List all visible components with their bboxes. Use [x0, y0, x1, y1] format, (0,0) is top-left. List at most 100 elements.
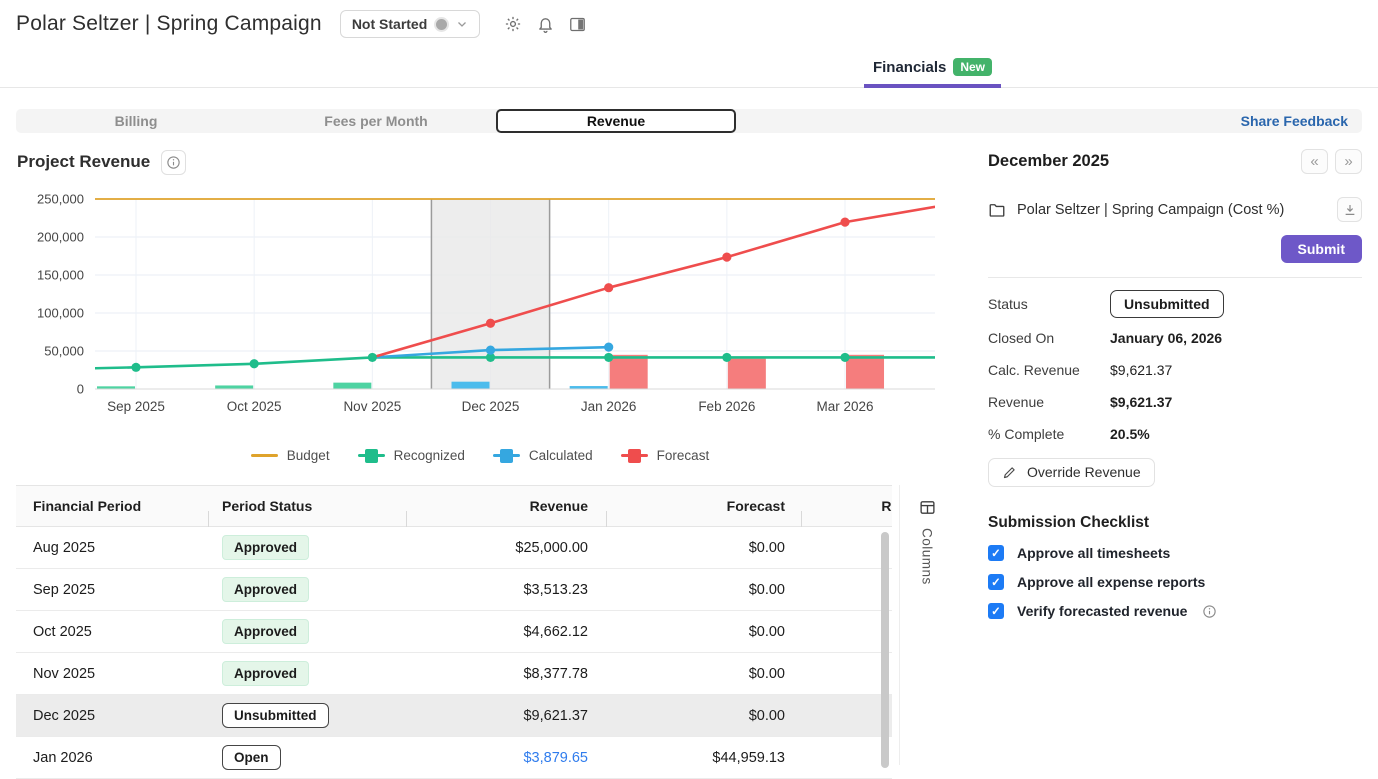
download-icon[interactable]	[1337, 197, 1362, 222]
forecast-cell: $0.00	[606, 708, 801, 724]
period-fields: StatusUnsubmittedClosed OnJanuary 06, 20…	[988, 286, 1362, 450]
share-feedback-link[interactable]: Share Feedback	[1241, 113, 1362, 129]
checkbox[interactable]: ✓	[988, 574, 1004, 590]
period-status-badge[interactable]: Approved	[222, 619, 309, 644]
submit-button[interactable]: Submit	[1281, 235, 1362, 263]
period-status-badge[interactable]: Approved	[222, 535, 309, 560]
field-label: Revenue	[988, 394, 1110, 410]
column-header-revenue[interactable]: Revenue	[406, 498, 606, 514]
field-row-revenue: Revenue$9,621.37	[988, 386, 1362, 418]
tab-fees-per-month[interactable]: Fees per Month	[256, 109, 496, 133]
revenue-cell: $4,662.12	[406, 624, 606, 640]
submission-checklist-title: Submission Checklist	[988, 514, 1362, 532]
page-title: Polar Seltzer | Spring Campaign	[16, 12, 322, 36]
notifications-bell-icon[interactable]	[537, 16, 554, 33]
legend-swatch-icon	[621, 449, 648, 463]
tab-revenue[interactable]: Revenue	[496, 109, 736, 133]
field-row--complete: % Complete20.5%	[988, 418, 1362, 450]
revenue-cell: $3,513.23	[406, 582, 606, 598]
revenue-chart-column: Project Revenue 0 50,000 100,000 150,000 200…	[0, 133, 960, 779]
project-status-label: Not Started	[352, 16, 427, 32]
checkbox[interactable]: ✓	[988, 545, 1004, 561]
svg-text:Nov 2025: Nov 2025	[343, 399, 401, 414]
checklist-label: Approve all expense reports	[1017, 574, 1205, 590]
column-header-period-status[interactable]: Period Status	[208, 498, 406, 514]
revenue-cell[interactable]: $3,879.65	[406, 750, 606, 766]
table-scrollbar[interactable]	[881, 532, 889, 768]
svg-text:100,000: 100,000	[37, 306, 84, 321]
legend-swatch-icon	[251, 449, 278, 463]
svg-text:200,000: 200,000	[37, 230, 84, 245]
table-header: Financial PeriodPeriod StatusRevenueFore…	[16, 485, 892, 527]
revenue-cell: $25,000.00	[406, 540, 606, 556]
svg-text:Dec 2025: Dec 2025	[462, 399, 520, 414]
svg-text:0: 0	[77, 382, 84, 397]
checklist-label: Approve all timesheets	[1017, 545, 1170, 561]
project-status-dropdown[interactable]: Not Started	[340, 10, 480, 38]
project-fee-label: Polar Seltzer | Spring Campaign (Cost %)	[1017, 202, 1284, 218]
section-tabs-row: Financials New	[0, 44, 1378, 88]
tab-billing[interactable]: Billing	[16, 109, 256, 133]
financial-period-cell: Oct 2025	[16, 624, 208, 640]
tab-financials-label: Financials	[873, 59, 946, 76]
forecast-cell: $44,959.13	[606, 750, 801, 766]
table-row-oct-2025[interactable]: Oct 2025 Approved $4,662.12$0.00	[16, 611, 892, 653]
period-status-badge[interactable]: Approved	[222, 661, 309, 686]
chart-title: Project Revenue	[17, 152, 150, 172]
svg-text:50,000: 50,000	[44, 344, 84, 359]
checkbox[interactable]: ✓	[988, 603, 1004, 619]
table-row-jan-2026[interactable]: Jan 2026Open$3,879.65$44,959.13	[16, 737, 892, 779]
forecast-cell: $0.00	[606, 624, 801, 640]
settings-gear-icon[interactable]	[504, 15, 522, 33]
folder-icon	[988, 201, 1006, 219]
next-period-button[interactable]: »	[1335, 149, 1362, 174]
legend-item-recognized[interactable]: Recognized	[358, 448, 465, 463]
checklist-item: ✓Verify forecasted revenue	[988, 603, 1362, 619]
period-status-badge[interactable]: Open	[222, 745, 281, 770]
override-revenue-label: Override Revenue	[1027, 464, 1141, 480]
forecast-cell: $0.00	[606, 582, 801, 598]
column-header-financial-period[interactable]: Financial Period	[16, 498, 208, 514]
side-panel-toggle-icon[interactable]	[569, 16, 586, 33]
legend-item-calculated[interactable]: Calculated	[493, 448, 593, 463]
revenue-cell: $9,621.37	[406, 708, 606, 724]
svg-text:Oct 2025: Oct 2025	[227, 399, 282, 414]
info-icon[interactable]	[1202, 604, 1217, 619]
legend-item-forecast[interactable]: Forecast	[621, 448, 710, 463]
field-label: Calc. Revenue	[988, 362, 1110, 378]
svg-text:Mar 2026: Mar 2026	[816, 399, 873, 414]
legend-item-budget[interactable]: Budget	[251, 448, 330, 463]
field-label: % Complete	[988, 426, 1110, 442]
override-revenue-button[interactable]: Override Revenue	[988, 458, 1155, 487]
financial-period-cell: Sep 2025	[16, 582, 208, 598]
project-revenue-chart: 050,000100,000150,000200,000250,000Sep 2…	[16, 179, 960, 436]
tab-financials[interactable]: Financials New	[864, 58, 1001, 88]
field-label: Status	[988, 296, 1110, 312]
columns-panel-button[interactable]: Columns	[908, 499, 946, 585]
column-header-forecast[interactable]: Forecast	[606, 498, 801, 514]
svg-text:Sep 2025: Sep 2025	[107, 399, 165, 414]
field-value: $9,621.37	[1110, 394, 1172, 410]
field-row-closed-on: Closed OnJanuary 06, 2026	[988, 322, 1362, 354]
period-status-badge[interactable]: Unsubmitted	[222, 703, 329, 728]
field-row-status: StatusUnsubmitted	[988, 286, 1362, 322]
svg-text:Jan 2026: Jan 2026	[581, 399, 637, 414]
checklist-item: ✓ Approve all expense reports	[988, 574, 1362, 590]
column-header-recognized[interactable]: Recognized	[801, 498, 892, 514]
chart-info-icon[interactable]	[161, 150, 186, 175]
table-row-aug-2025[interactable]: Aug 2025Approved$25,000.00$0.00	[16, 527, 892, 569]
columns-panel-label: Columns	[920, 528, 935, 585]
period-status-badge[interactable]: Approved	[222, 577, 309, 602]
previous-period-button[interactable]: «	[1301, 149, 1328, 174]
table-row-dec-2025[interactable]: Dec 2025Unsubmitted$9,621.37$0.00	[16, 695, 892, 737]
svg-text:150,000: 150,000	[37, 268, 84, 283]
main-content: Project Revenue 0 50,000 100,000 150,000 200…	[0, 133, 1378, 779]
status-badge[interactable]: Unsubmitted	[1110, 290, 1224, 318]
legend-label: Budget	[287, 448, 330, 463]
table-row-nov-2025[interactable]: Nov 2025Approved$8,377.78$0.00	[16, 653, 892, 695]
field-label: Closed On	[988, 330, 1110, 346]
divider	[899, 485, 900, 765]
table-row-sep-2025[interactable]: Sep 2025 Approved $3,513.23$0.00	[16, 569, 892, 611]
period-detail-panel: December 2025 « » Polar Seltzer | Spring…	[960, 133, 1378, 779]
period-title: December 2025	[988, 152, 1109, 171]
